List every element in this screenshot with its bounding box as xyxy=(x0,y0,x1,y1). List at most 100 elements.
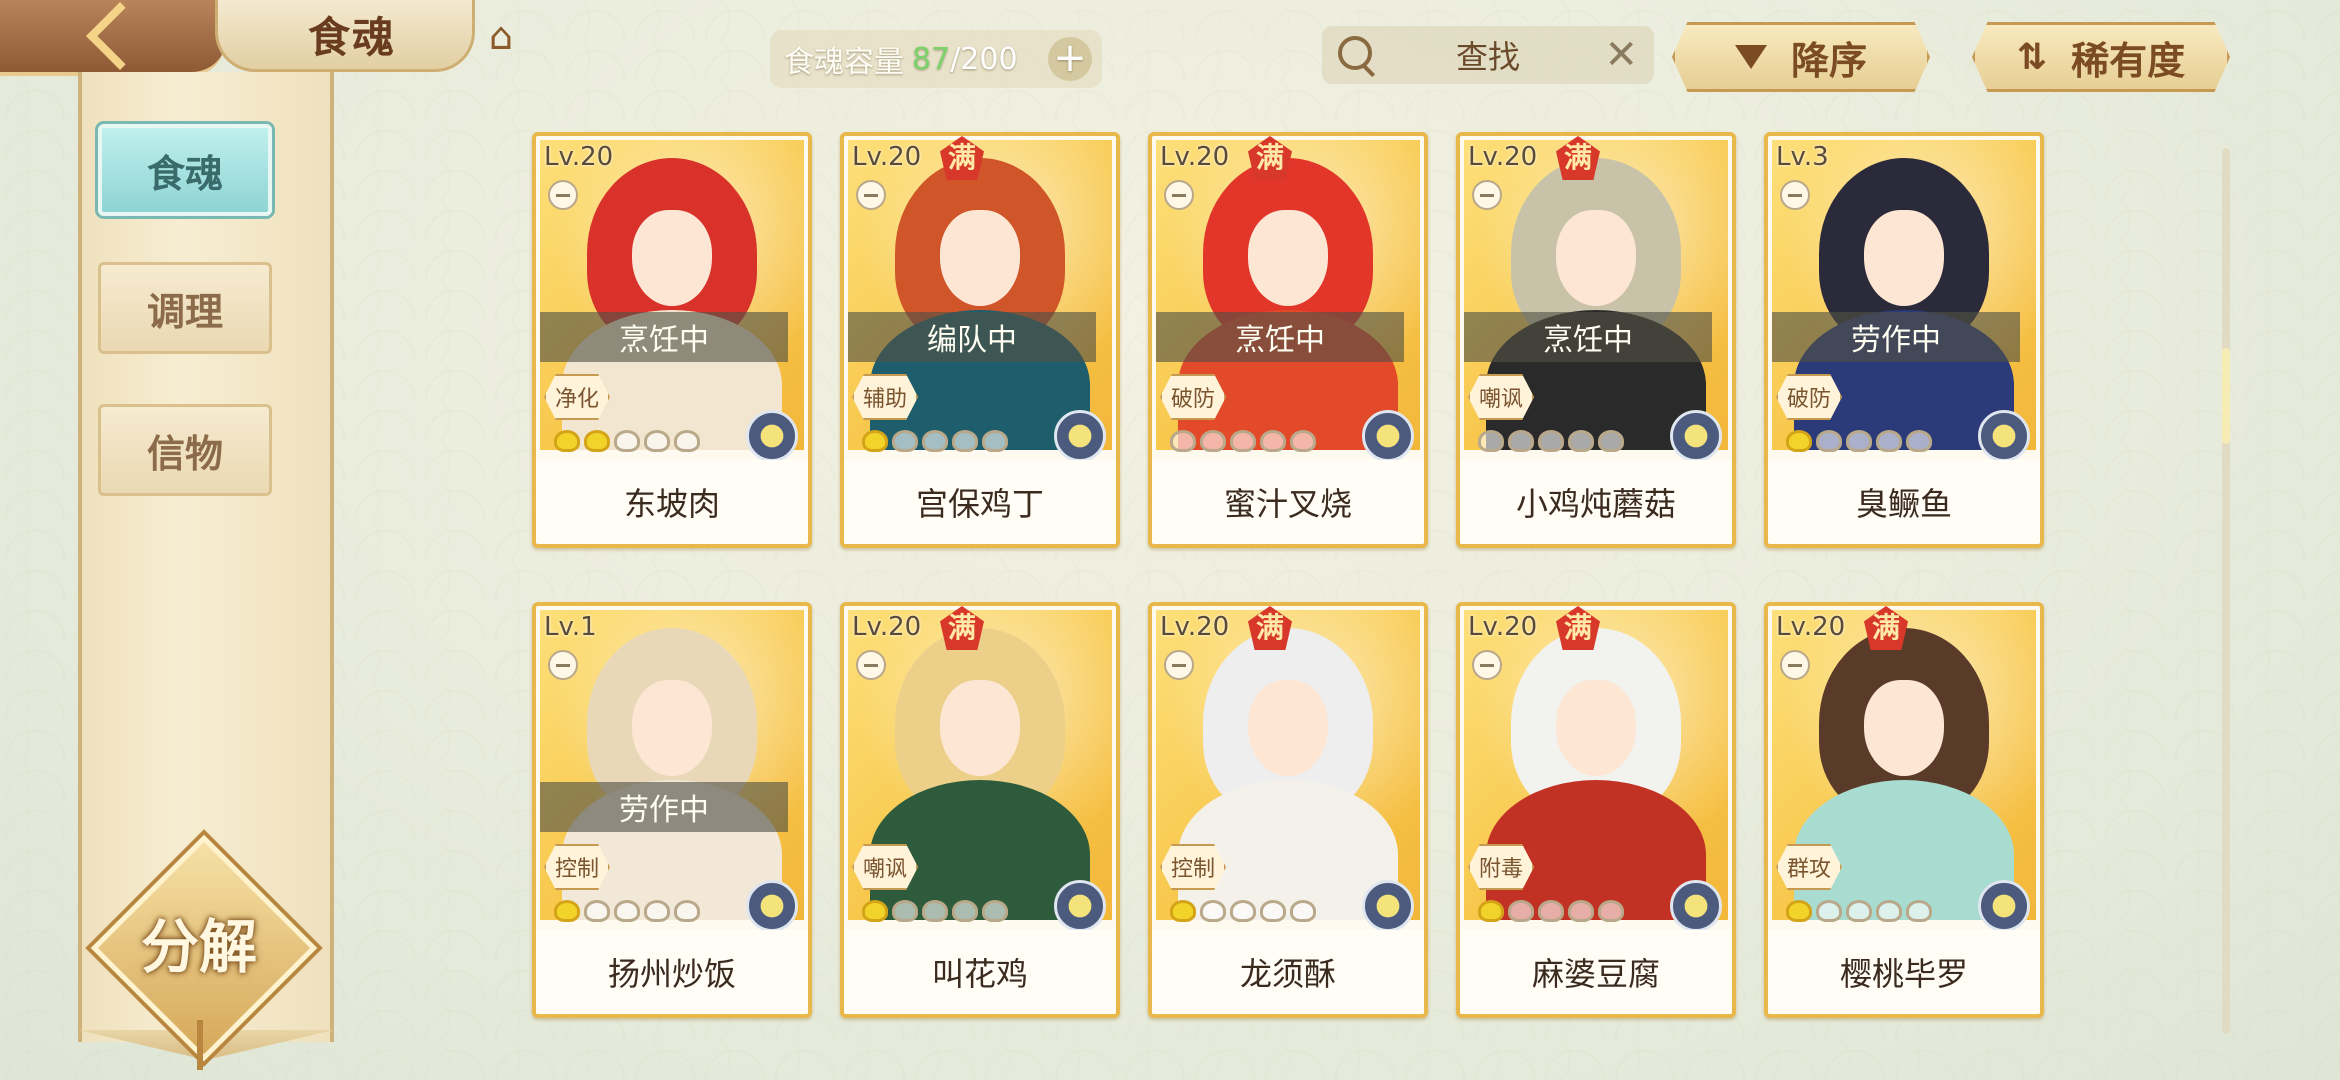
role-tag: 控制 xyxy=(1160,844,1226,890)
rarity-filter-button[interactable]: ⇅ 稀有度 xyxy=(1972,22,2230,92)
star-icon xyxy=(1816,900,1842,922)
card-name: 樱桃毕罗 xyxy=(1768,930,2040,1014)
role-tag: 净化 xyxy=(544,374,610,420)
role-tag: 嘲讽 xyxy=(1468,374,1534,420)
shihun-card[interactable]: Lv.20 满烹饪中 嘲讽 小鸡炖蘑菇 xyxy=(1456,132,1736,548)
shihun-card[interactable]: Lv.20 满烹饪中 破防 蜜汁叉烧 xyxy=(1148,132,1428,548)
tab-tiaoli[interactable]: 调理 xyxy=(98,262,272,354)
minus-icon xyxy=(548,180,578,210)
star-icon xyxy=(584,900,610,922)
star-icon xyxy=(1846,430,1872,452)
status-label: 编队中 xyxy=(848,312,1096,362)
star-icon xyxy=(982,900,1008,922)
star-icon xyxy=(1906,900,1932,922)
tab-xinwu[interactable]: 信物 xyxy=(98,404,272,496)
decompose-label[interactable]: 分解 xyxy=(112,900,286,984)
shihun-card[interactable]: Lv.20 满嘲讽 叫花鸡 xyxy=(840,602,1120,1018)
star-icon xyxy=(554,430,580,452)
minus-icon xyxy=(1472,650,1502,680)
star-icon xyxy=(1598,900,1624,922)
back-arrow-icon xyxy=(85,2,154,70)
star-icon xyxy=(1230,900,1256,922)
star-icon xyxy=(1598,430,1624,452)
element-icon xyxy=(1670,880,1722,932)
portrait-face xyxy=(1556,210,1636,306)
level-label: Lv.20 xyxy=(1468,612,1538,642)
star-icon xyxy=(614,900,640,922)
portrait-face xyxy=(1864,210,1944,306)
level-label: Lv.20 xyxy=(852,612,922,642)
search-input[interactable]: 查找 ✕ xyxy=(1322,26,1654,84)
star-icon xyxy=(644,430,670,452)
card-name: 宫保鸡丁 xyxy=(844,460,1116,544)
star-rating xyxy=(1170,900,1316,922)
shihun-card[interactable]: Lv.20 满群攻 樱桃毕罗 xyxy=(1764,602,2044,1018)
shihun-card[interactable]: Lv.20 满控制 龙须酥 xyxy=(1148,602,1428,1018)
portrait-face xyxy=(940,680,1020,776)
back-button[interactable] xyxy=(0,0,225,76)
element-icon xyxy=(1978,410,2030,462)
element-icon xyxy=(1054,880,1106,932)
tab-shihun[interactable]: 食魂 xyxy=(98,124,272,216)
level-label: Lv.3 xyxy=(1776,142,1829,172)
scrollbar-thumb[interactable] xyxy=(2222,348,2230,444)
star-icon xyxy=(1538,900,1564,922)
element-icon xyxy=(746,410,798,462)
portrait-face xyxy=(632,680,712,776)
star-icon xyxy=(584,430,610,452)
star-icon xyxy=(862,900,888,922)
element-icon xyxy=(1978,880,2030,932)
role-tag: 辅助 xyxy=(852,374,918,420)
level-label: Lv.20 xyxy=(1468,142,1538,172)
star-icon xyxy=(1170,900,1196,922)
level-label: Lv.20 xyxy=(852,142,922,172)
star-icon xyxy=(1786,900,1812,922)
star-icon xyxy=(1478,430,1504,452)
card-name: 麻婆豆腐 xyxy=(1460,930,1732,1014)
shihun-card[interactable]: Lv.3 劳作中 破防 臭鳜鱼 xyxy=(1764,132,2044,548)
minus-icon xyxy=(1472,180,1502,210)
card-name: 叫花鸡 xyxy=(844,930,1116,1014)
role-tag: 附毒 xyxy=(1468,844,1534,890)
star-rating xyxy=(1786,430,1932,452)
star-icon xyxy=(1230,430,1256,452)
level-label: Lv.20 xyxy=(1160,612,1230,642)
portrait-face xyxy=(940,210,1020,306)
capacity-separator: / xyxy=(950,41,961,77)
element-icon xyxy=(1362,410,1414,462)
star-rating xyxy=(554,900,700,922)
element-icon xyxy=(746,880,798,932)
element-icon xyxy=(1670,410,1722,462)
status-label: 烹饪中 xyxy=(540,312,788,362)
shihun-card[interactable]: Lv.20 烹饪中 净化 东坡肉 xyxy=(532,132,812,548)
level-label: Lv.20 xyxy=(1160,142,1230,172)
sort-down-icon xyxy=(1734,45,1767,69)
star-icon xyxy=(1906,430,1932,452)
star-icon xyxy=(614,430,640,452)
portrait-face xyxy=(1556,680,1636,776)
shihun-card[interactable]: Lv.1 劳作中 控制 扬州炒饭 xyxy=(532,602,812,1018)
clear-icon[interactable]: ✕ xyxy=(1604,32,1638,78)
shihun-card[interactable]: Lv.20 满编队中 辅助 宫保鸡丁 xyxy=(840,132,1120,548)
shihun-card[interactable]: Lv.20 满附毒 麻婆豆腐 xyxy=(1456,602,1736,1018)
card-name: 扬州炒饭 xyxy=(536,930,808,1014)
star-icon xyxy=(892,430,918,452)
role-tag: 破防 xyxy=(1776,374,1842,420)
star-rating xyxy=(1786,900,1932,922)
scrollbar-track[interactable] xyxy=(2222,148,2230,1034)
star-rating xyxy=(862,900,1008,922)
minus-icon xyxy=(1780,650,1810,680)
portrait-face xyxy=(632,210,712,306)
minus-icon xyxy=(856,650,886,680)
role-tag: 嘲讽 xyxy=(852,844,918,890)
sort-order-button[interactable]: 降序 xyxy=(1672,22,1930,92)
status-label: 劳作中 xyxy=(1772,312,2020,362)
star-rating xyxy=(1478,900,1624,922)
star-icon xyxy=(1290,900,1316,922)
expand-capacity-button[interactable]: + xyxy=(1048,37,1092,81)
star-rating xyxy=(862,430,1008,452)
star-rating xyxy=(1478,430,1624,452)
house-icon[interactable]: ⌂ xyxy=(470,12,532,60)
capacity-max: 200 xyxy=(960,41,1018,77)
star-rating xyxy=(1170,430,1316,452)
